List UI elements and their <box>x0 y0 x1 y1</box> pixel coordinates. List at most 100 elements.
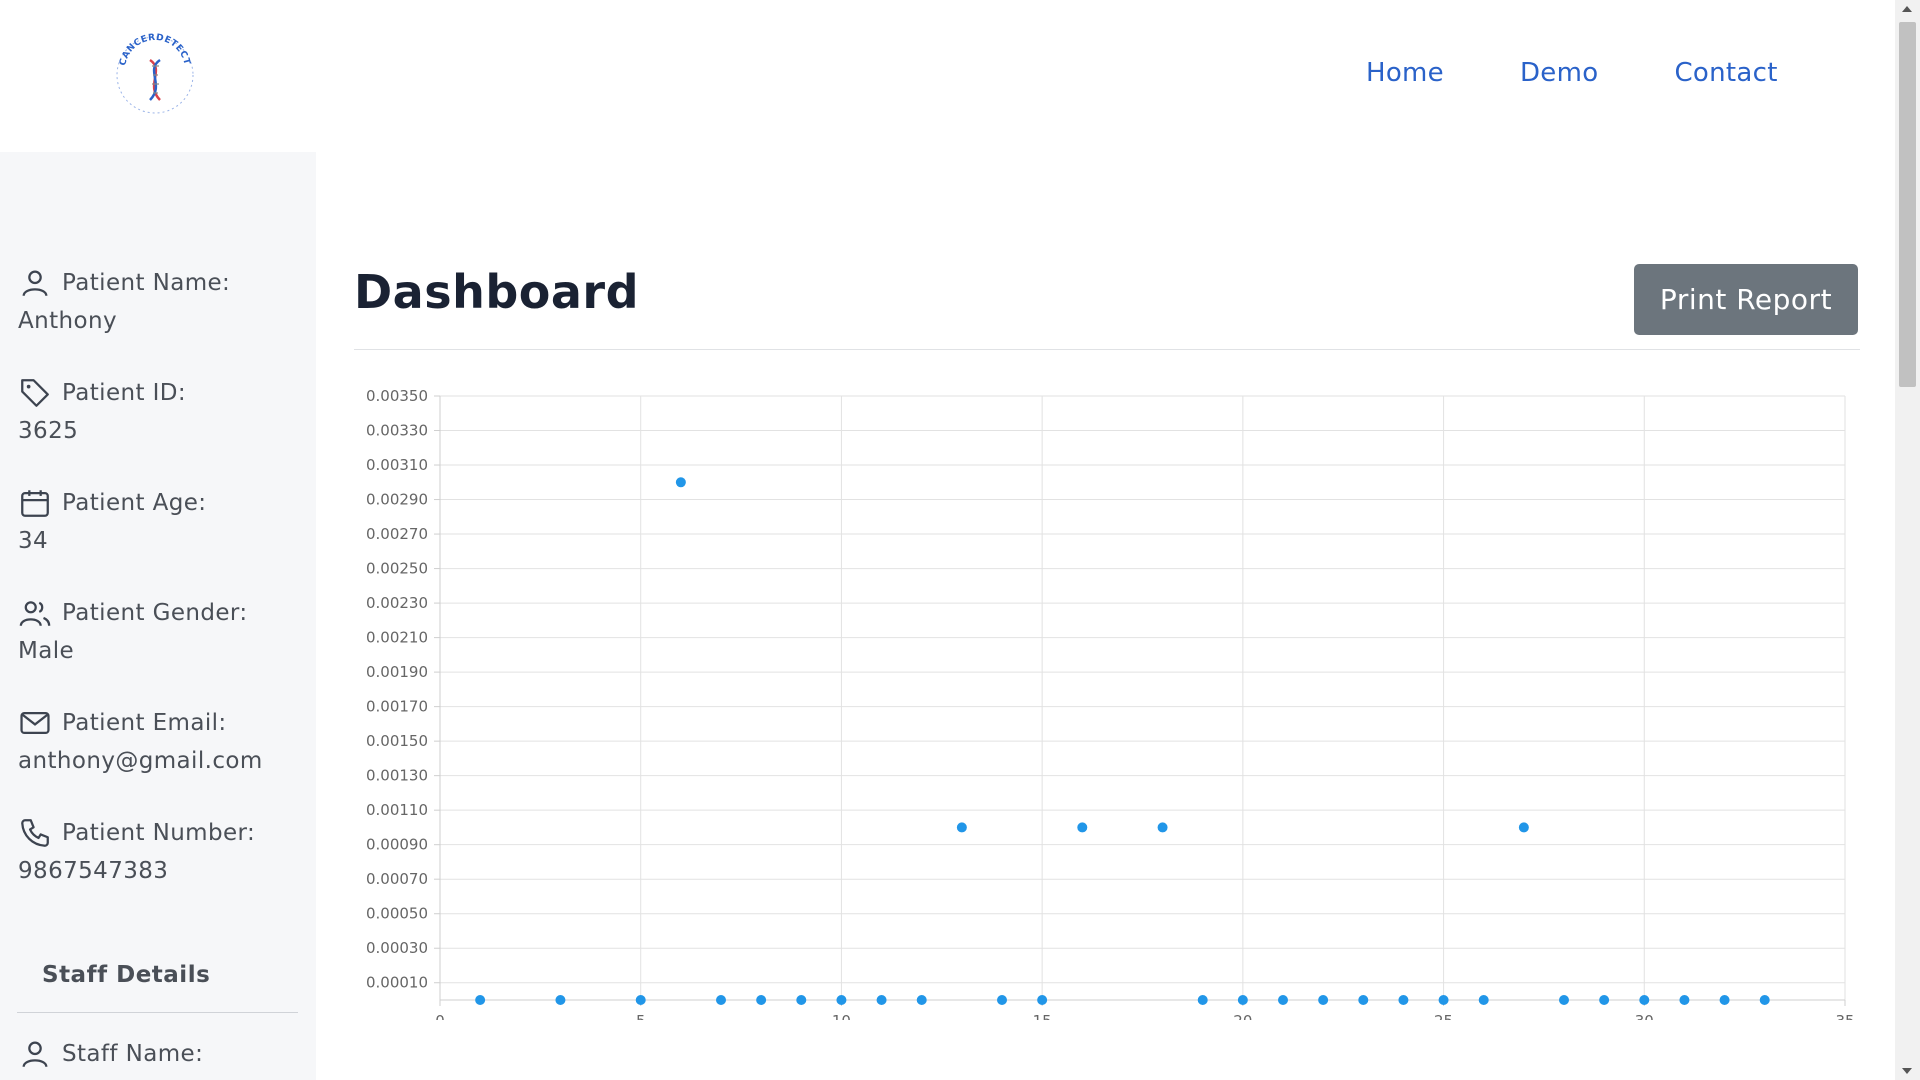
patient-email-value: anthony@gmail.com <box>18 748 263 774</box>
svg-text:CANCERDETECT: CANCERDETECT <box>118 33 191 67</box>
data-point <box>555 995 566 1005</box>
dna-logo-icon: CANCERDETECT <box>116 33 194 114</box>
patient-number-value: 9867547383 <box>18 858 169 884</box>
patient-id-label: Patient ID: <box>62 380 187 406</box>
data-point <box>1679 995 1690 1005</box>
scroll-thumb[interactable] <box>1899 22 1916 387</box>
patient-age-item: Patient Age: 34 <box>18 486 308 554</box>
y-tick-label: 0.00350 <box>366 387 428 405</box>
patient-email-item: Patient Email: anthony@gmail.com <box>18 706 308 774</box>
data-point <box>475 995 486 1005</box>
patient-gender-label: Patient Gender: <box>62 600 248 626</box>
staff-name-item: Staff Name: <box>18 1037 308 1071</box>
data-point <box>1639 995 1650 1005</box>
y-tick-label: 0.00030 <box>366 939 428 957</box>
data-point <box>916 995 927 1005</box>
x-tick-label: 0 <box>435 1012 445 1020</box>
user-icon <box>22 270 48 297</box>
y-tick-label: 0.00170 <box>366 698 428 716</box>
patient-gender-value: Male <box>18 638 75 664</box>
data-point <box>956 822 967 833</box>
y-tick-label: 0.00190 <box>366 663 428 681</box>
data-point <box>756 995 767 1005</box>
data-point <box>716 995 726 1005</box>
x-tick-label: 15 <box>1033 1012 1052 1020</box>
data-point <box>1358 995 1369 1005</box>
y-tick-label: 0.00330 <box>366 422 428 440</box>
data-point <box>876 995 887 1005</box>
users-icon <box>19 601 51 627</box>
tag-icon <box>21 379 49 407</box>
data-point <box>1037 995 1048 1005</box>
patient-email-label: Patient Email: <box>62 710 227 736</box>
y-tick-label: 0.00050 <box>366 905 428 923</box>
data-point <box>1077 822 1088 833</box>
data-point <box>1478 995 1489 1005</box>
patient-name-item: Patient Name: Anthony <box>18 266 308 334</box>
y-tick-label: 0.00150 <box>366 732 428 750</box>
x-tick-label: 10 <box>832 1012 851 1020</box>
data-point <box>1157 822 1168 833</box>
data-point <box>1438 995 1449 1005</box>
patient-name-label: Patient Name: <box>62 270 231 296</box>
y-tick-label: 0.00070 <box>366 870 428 888</box>
y-tick-label: 0.00110 <box>366 801 428 819</box>
print-report-button[interactable]: Print Report <box>1634 264 1858 335</box>
scroll-up-icon[interactable] <box>1902 6 1912 12</box>
data-point <box>796 995 807 1005</box>
data-point <box>635 995 646 1005</box>
y-tick-label: 0.00310 <box>366 456 428 474</box>
y-tick-label: 0.00230 <box>366 594 428 612</box>
data-point <box>1559 995 1569 1005</box>
patient-id-item: Patient ID: 3625 <box>18 376 308 444</box>
page: CANCERDETECT Home Demo Contact Patient N… <box>0 0 1920 1080</box>
data-point <box>1759 995 1770 1005</box>
data-point <box>1719 995 1730 1005</box>
data-point <box>1599 995 1610 1005</box>
patient-name-value: Anthony <box>18 308 117 334</box>
y-tick-label: 0.00130 <box>366 767 428 785</box>
scatter-chart: 0.00010 0.00030 0.00050 0.00070 0.00090 0.001… <box>366 387 1855 1020</box>
patient-id-value: 3625 <box>18 418 79 444</box>
x-tick-label: 25 <box>1434 1012 1453 1020</box>
nav-demo[interactable]: Demo <box>1520 58 1598 88</box>
y-tick-label: 0.00250 <box>366 560 428 578</box>
data-point <box>1237 995 1248 1005</box>
y-tick-label: 0.00270 <box>366 525 428 543</box>
scroll-down-icon[interactable] <box>1902 1068 1912 1074</box>
nav-contact[interactable]: Contact <box>1674 58 1777 88</box>
page-title: Dashboard <box>354 265 640 319</box>
data-point <box>1398 995 1409 1005</box>
staff-name-label: Staff Name: <box>62 1041 204 1067</box>
y-tick-label: 0.00090 <box>366 836 428 854</box>
user-icon <box>22 1041 48 1068</box>
patient-number-label: Patient Number: <box>62 820 256 846</box>
nav-home[interactable]: Home <box>1366 58 1444 88</box>
staff-details-heading: Staff Details <box>42 962 211 988</box>
y-tick-label: 0.00290 <box>366 491 428 509</box>
patient-age-label: Patient Age: <box>62 490 207 516</box>
patient-age-value: 34 <box>18 528 49 554</box>
logo-text: CANCERDETECT <box>118 33 191 67</box>
logo[interactable]: CANCERDETECT <box>110 30 200 120</box>
y-tick-label: 0.00010 <box>366 974 428 992</box>
x-tick-label: 5 <box>636 1012 646 1020</box>
data-point <box>836 995 847 1005</box>
data-point <box>675 477 686 488</box>
data-point <box>997 995 1007 1005</box>
top-nav: Home Demo Contact <box>1366 58 1854 88</box>
staff-divider <box>17 1012 298 1013</box>
calendar-icon <box>21 490 49 517</box>
data-point <box>1197 995 1208 1005</box>
patient-sidebar: Patient Name: Anthony Patient ID: 3625 P… <box>0 152 316 1080</box>
patient-number-item: Patient Number: 9867547383 <box>18 816 308 884</box>
data-point <box>1318 995 1329 1005</box>
vertical-scrollbar[interactable] <box>1895 0 1920 1080</box>
title-divider <box>354 349 1860 350</box>
x-tick-label: 20 <box>1233 1012 1252 1020</box>
x-tick-label: 35 <box>1835 1012 1854 1020</box>
header: CANCERDETECT Home Demo Contact <box>0 0 1895 152</box>
data-point <box>1518 822 1529 833</box>
mail-icon <box>20 711 50 735</box>
y-tick-label: 0.00210 <box>366 629 428 647</box>
